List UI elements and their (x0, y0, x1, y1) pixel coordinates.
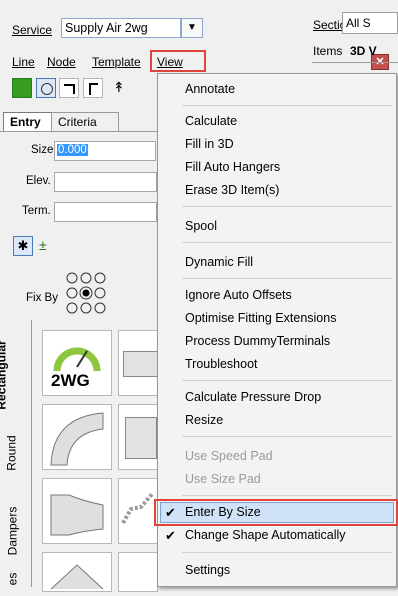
flex-fitting-icon (121, 491, 155, 524)
menu-separator (182, 278, 392, 279)
menu-item-spool[interactable]: Spool (185, 219, 217, 233)
fix-by-grid-icon[interactable] (62, 270, 110, 318)
menu-separator (182, 436, 392, 437)
service-select[interactable]: Supply Air 2wg (61, 18, 181, 38)
fitting-tile-elbow[interactable] (42, 404, 112, 470)
menu-item-settings[interactable]: Settings (185, 563, 230, 577)
menu-item-use-speed-pad: Use Speed Pad (185, 449, 273, 463)
elbow-icon[interactable] (59, 78, 79, 98)
snap-icon[interactable]: ✱ (13, 236, 33, 256)
menu-item-resize[interactable]: Resize (185, 413, 223, 427)
section-select[interactable]: All S (342, 12, 398, 34)
menu-template[interactable]: Template (92, 55, 141, 69)
grid-icon[interactable] (12, 78, 32, 98)
level-icon[interactable]: ± (39, 237, 47, 253)
menu-item-calculate[interactable]: Calculate (185, 114, 237, 128)
circle-shape-icon[interactable] (36, 78, 56, 98)
fitting-icon (50, 564, 104, 590)
menu-item-use-size-pad: Use Size Pad (185, 472, 261, 486)
chevron-down-icon[interactable]: ▼ (181, 18, 203, 38)
menu-item-ignore-auto-offsets[interactable]: Ignore Auto Offsets (185, 288, 292, 302)
side-tab-round[interactable]: Round (5, 435, 19, 470)
size-value: 0.000 (57, 144, 88, 156)
side-tab-partial[interactable]: es (5, 573, 19, 586)
tee-icon[interactable] (83, 78, 103, 98)
elbow-fitting-icon (50, 412, 104, 466)
tab-3d-view[interactable]: 3D V (350, 44, 377, 58)
tab-criteria[interactable]: Criteria (51, 112, 119, 132)
service-label: Service (12, 23, 53, 37)
tile-badge: 2WG (51, 371, 90, 390)
tab-divider (0, 131, 157, 132)
fitting-tile-square[interactable] (118, 404, 158, 470)
menu-line[interactable]: Line (12, 55, 35, 69)
menu-separator (182, 105, 392, 106)
menu-node[interactable]: Node (47, 55, 76, 69)
menu-item-optimise-fitting-extensions[interactable]: Optimise Fitting Extensions (185, 311, 336, 325)
term-field[interactable] (54, 202, 157, 222)
menu-separator (182, 495, 392, 496)
fitting-tile-flex[interactable] (118, 478, 158, 544)
checkmark-icon: ✔ (165, 528, 176, 543)
tab-items[interactable]: Items (313, 44, 342, 58)
menu-separator (182, 242, 392, 243)
menu-item-calculate-pressure-drop[interactable]: Calculate Pressure Drop (185, 390, 321, 404)
size-field[interactable]: 0.000 (54, 141, 156, 161)
fitting-tile-partial-2[interactable] (118, 552, 158, 592)
menu-item-fill-in-3d[interactable]: Fill in 3D (185, 137, 234, 151)
menu-separator (182, 206, 392, 207)
fitting-tile-2wg[interactable]: 2WG (42, 330, 112, 396)
view-highlight-box (150, 50, 206, 72)
menu-item-annotate[interactable]: Annotate (185, 82, 235, 96)
fitting-tile-partial[interactable] (42, 552, 112, 592)
menu-separator (182, 552, 392, 553)
size-label: Size (31, 144, 54, 156)
fitting-tile-transition[interactable] (42, 478, 112, 544)
elev-field[interactable] (54, 172, 157, 192)
fitting-tile-straight[interactable] (118, 330, 159, 396)
fixby-label: Fix By (26, 292, 58, 304)
transition-fitting-icon (50, 494, 104, 536)
menu-item-change-shape-automatically[interactable]: Change Shape Automatically (185, 528, 346, 542)
tab-entry[interactable]: Entry (3, 112, 53, 132)
elev-label: Elev. (26, 175, 51, 187)
right-tab-divider (312, 62, 398, 63)
menu-separator (182, 380, 392, 381)
side-tab-rectangular[interactable]: Rectangular (0, 340, 9, 409)
menu-item-process-dummy-terminals[interactable]: Process DummyTerminals (185, 334, 330, 348)
side-tab-dampers[interactable]: Dampers (5, 507, 19, 556)
term-label: Term. (22, 205, 51, 217)
riser-icon[interactable]: ↟ (113, 79, 125, 96)
menu-item-fill-auto-hangers[interactable]: Fill Auto Hangers (185, 160, 280, 174)
menu-item-dynamic-fill[interactable]: Dynamic Fill (185, 255, 253, 269)
menu-item-troubleshoot[interactable]: Troubleshoot (185, 357, 258, 371)
enter-by-size-highlight-box (154, 499, 398, 526)
menu-item-erase-3d-items[interactable]: Erase 3D Item(s) (185, 183, 279, 197)
